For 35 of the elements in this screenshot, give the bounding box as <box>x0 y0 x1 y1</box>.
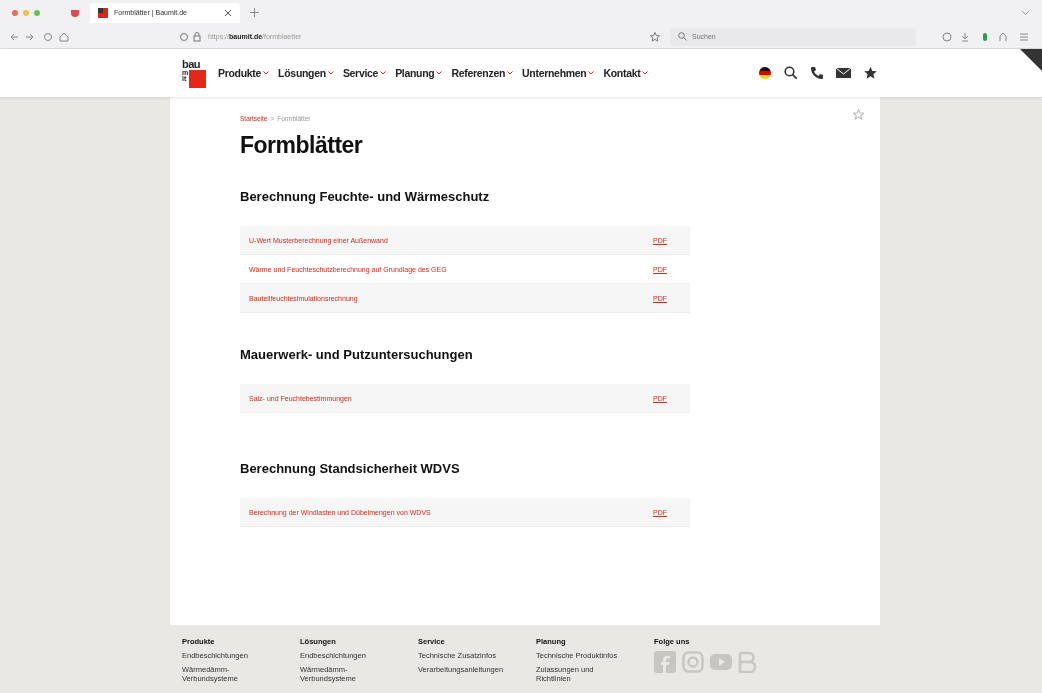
flag-icon[interactable] <box>758 66 773 80</box>
nav-menu-item[interactable]: Unternehmen <box>522 67 595 79</box>
nav-menu-item[interactable]: Planung <box>395 67 443 79</box>
star-icon[interactable] <box>650 31 660 42</box>
nav-menu-item[interactable]: Service <box>342 67 387 79</box>
star-icon[interactable] <box>853 109 864 120</box>
phone-icon[interactable] <box>810 66 825 80</box>
search-icon[interactable] <box>784 66 799 80</box>
navigation-buttons-icon[interactable] <box>10 31 70 42</box>
caret-icon <box>642 71 649 75</box>
section-heading: Berechnung Feuchte- und Wärmeschutz <box>240 189 491 204</box>
section-heading: Berechnung Standsicherheit WDVS <box>240 461 461 476</box>
section-heading: Mauerwerk- und Putzuntersuchungen <box>240 347 474 362</box>
favicon-icon <box>98 7 108 18</box>
caret-icon <box>380 71 387 75</box>
nav-menu-item[interactable]: Produkte <box>218 67 270 79</box>
close-icon[interactable] <box>224 8 232 17</box>
caret-icon <box>327 71 334 75</box>
mail-icon[interactable] <box>836 67 852 79</box>
chevron-down-icon[interactable] <box>1021 9 1030 16</box>
star-icon[interactable] <box>863 66 879 80</box>
shield-icon[interactable] <box>70 7 80 18</box>
page-title: Formblätter <box>240 132 364 159</box>
caret-icon <box>588 71 595 75</box>
window-controls-icon[interactable] <box>12 9 40 16</box>
nav-menu-item[interactable]: Kontakt <box>603 67 649 79</box>
nav-menu-item[interactable]: Referenzen <box>451 67 514 79</box>
caret-icon <box>436 71 443 75</box>
nav-menu-item[interactable]: Lösungen <box>278 67 334 79</box>
corner-triangle-icon <box>1020 49 1042 71</box>
search-icon <box>678 32 687 41</box>
lock-icon <box>180 31 202 42</box>
caret-icon <box>507 71 514 75</box>
caret-icon <box>263 71 270 75</box>
new-tab-icon[interactable] <box>250 8 259 17</box>
